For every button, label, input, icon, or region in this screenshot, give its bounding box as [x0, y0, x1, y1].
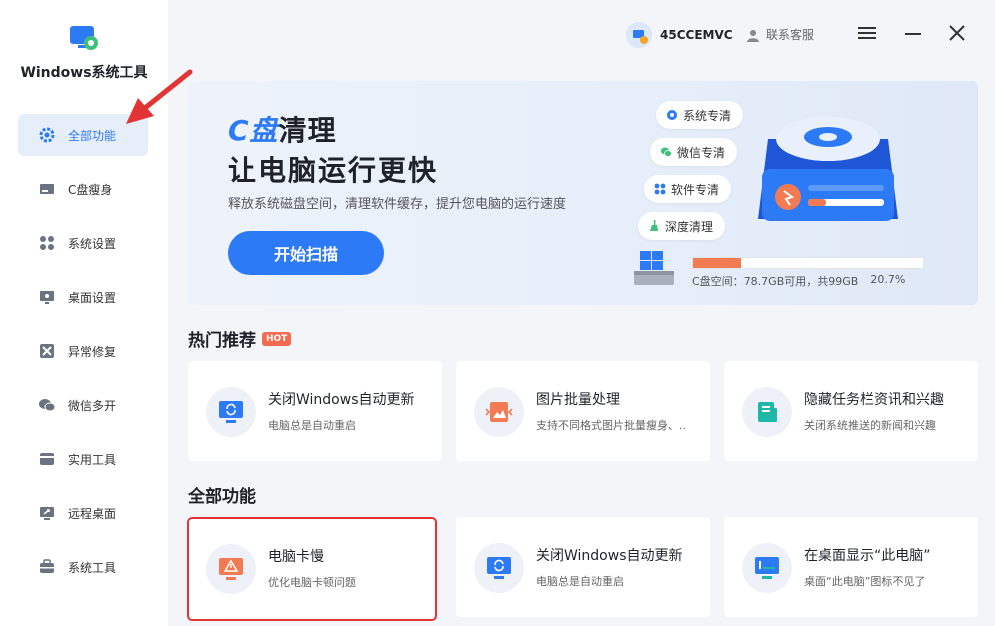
card-title: 图片批量处理	[536, 392, 620, 408]
apps-icon	[654, 183, 666, 195]
close-icon	[949, 25, 965, 41]
desktop-icon	[38, 288, 56, 306]
banner-subtitle: 释放系统磁盘空间，清理软件缓存，提升您电脑的运行速度	[228, 197, 567, 212]
card-desc: 关闭系统推送的新闻和兴趣	[804, 419, 936, 432]
sidebar-item-label: C盘瘦身	[68, 182, 113, 197]
update-monitor-icon	[474, 543, 524, 593]
card-desc: 优化电脑卡顿问题	[268, 576, 356, 589]
tools-icon	[38, 342, 56, 360]
card-title: 隐藏任务栏资讯和兴趣	[804, 392, 944, 408]
gear-icon	[667, 110, 677, 120]
sidebar-item-label: 异常修复	[68, 344, 117, 359]
sidebar-item-label: 系统工具	[68, 560, 117, 575]
sidebar-item-desktop-settings[interactable]: 桌面设置	[18, 276, 148, 318]
menu-button[interactable]	[856, 22, 878, 44]
sidebar-item-c-drive[interactable]: C盘瘦身	[18, 168, 148, 210]
card-title: 在桌面显示“此电脑”	[804, 548, 931, 564]
card-hide-taskbar-news[interactable]: 隐藏任务栏资讯和兴趣 关闭系统推送的新闻和兴趣	[724, 361, 978, 461]
sidebar-item-label: 桌面设置	[68, 290, 117, 305]
avatar	[626, 22, 652, 48]
card-desc: 桌面“此电脑”图标不见了	[804, 575, 926, 588]
sidebar-item-label: 微信多开	[68, 398, 117, 413]
news-icon	[742, 387, 792, 437]
annotation-arrow-icon	[126, 69, 193, 124]
pill-wechat-clean[interactable]: 微信专清	[650, 138, 738, 166]
minimize-icon	[905, 33, 921, 35]
sidebar-nav: 全部功能 C盘瘦身 系统设置 桌面设置 异常修复 微信多开 实用工具 远程桌面 …	[18, 114, 148, 600]
start-scan-button[interactable]: 开始扫描	[228, 231, 384, 275]
c-drive-cleanup-banner: C盘清理 让电脑运行更快 释放系统磁盘空间，清理软件缓存，提升您电脑的运行速度 …	[188, 81, 978, 305]
box-icon	[38, 450, 56, 468]
banner-title-line2: 让电脑运行更快	[228, 154, 439, 187]
card-pc-slow[interactable]: 电脑卡慢 优化电脑卡顿问题	[187, 517, 437, 621]
card-disable-windows-update-2[interactable]: 关闭Windows自动更新 电脑总是自动重启	[456, 517, 710, 617]
app-logo-icon	[68, 22, 100, 54]
customer-service-link[interactable]: 联系客服	[746, 26, 814, 43]
sidebar-item-system-tools[interactable]: 系统工具	[18, 546, 148, 588]
remote-icon	[38, 504, 56, 522]
minimize-button[interactable]	[902, 22, 924, 44]
hot-badge: HOT	[262, 331, 292, 346]
c-drive-usage: C盘空间：78.7GB可用，共99GB 20.7%	[630, 251, 930, 291]
card-batch-image[interactable]: 图片批量处理 支持不同格式图片批量瘦身、..	[456, 361, 710, 461]
hot-section-heading: 热门推荐 HOT	[188, 326, 292, 351]
disk-icon	[38, 180, 56, 198]
sidebar-item-remote-desktop[interactable]: 远程桌面	[18, 492, 148, 534]
sidebar-item-wechat-multi[interactable]: 微信多开	[18, 384, 148, 426]
update-monitor-icon	[206, 387, 256, 437]
card-desc: 支持不同格式图片批量瘦身、..	[536, 419, 686, 432]
windows-drive-icon	[634, 251, 674, 285]
pill-system-clean[interactable]: 系统专清	[656, 101, 744, 129]
user-account[interactable]: 45CCEMVC	[626, 22, 733, 48]
sidebar-item-label: 全部功能	[68, 128, 117, 143]
all-features-heading: 全部功能	[188, 487, 256, 507]
card-title: 电脑卡慢	[268, 549, 324, 565]
hamburger-icon	[858, 27, 876, 39]
sidebar-item-label: 实用工具	[68, 452, 117, 467]
broom-icon	[650, 220, 658, 231]
c-drive-progress-fill	[693, 258, 741, 268]
this-pc-icon	[742, 543, 792, 593]
close-button[interactable]	[946, 22, 968, 44]
c-drive-space: 78.7GB可用，共99GB	[743, 275, 859, 288]
service-label: 联系客服	[766, 28, 815, 42]
card-show-this-pc[interactable]: 在桌面显示“此电脑” 桌面“此电脑”图标不见了	[724, 517, 978, 617]
username: 45CCEMVC	[660, 28, 733, 42]
sidebar-item-label: 远程桌面	[68, 506, 117, 521]
c-drive-label: C盘空间：	[692, 275, 744, 288]
sidebar-item-system-settings[interactable]: 系统设置	[18, 222, 148, 264]
warning-monitor-icon	[206, 544, 256, 594]
banner-title: C盘清理	[228, 114, 337, 147]
wechat-icon	[38, 396, 56, 414]
hot-heading-text: 热门推荐	[188, 331, 256, 351]
card-desc: 电脑总是自动重启	[268, 419, 356, 432]
card-title: 关闭Windows自动更新	[268, 392, 415, 408]
c-drive-progress-bar	[692, 257, 924, 269]
sidebar-item-repair[interactable]: 异常修复	[18, 330, 148, 372]
pill-deep-clean[interactable]: 深度清理	[638, 212, 726, 240]
c-drive-percent: 20.7%	[870, 273, 906, 286]
card-disable-windows-update[interactable]: 关闭Windows自动更新 电脑总是自动重启	[188, 361, 442, 461]
card-desc: 电脑总是自动重启	[536, 575, 624, 588]
c-drive-info: C盘空间：78.7GB可用，共99GB 20.7%	[692, 273, 905, 289]
briefcase-icon	[38, 558, 56, 576]
top-bar: 45CCEMVC 联系客服	[168, 0, 995, 68]
pill-software-clean[interactable]: 软件专清	[644, 175, 732, 203]
grid-icon	[38, 234, 56, 252]
card-title: 关闭Windows自动更新	[536, 548, 683, 564]
hard-drive-illustration-icon	[758, 117, 898, 221]
sidebar-item-utilities[interactable]: 实用工具	[18, 438, 148, 480]
headset-icon	[746, 28, 760, 42]
image-icon	[474, 387, 524, 437]
wechat-icon	[661, 147, 672, 157]
gear-icon	[38, 126, 56, 144]
sidebar-item-label: 系统设置	[68, 236, 117, 251]
